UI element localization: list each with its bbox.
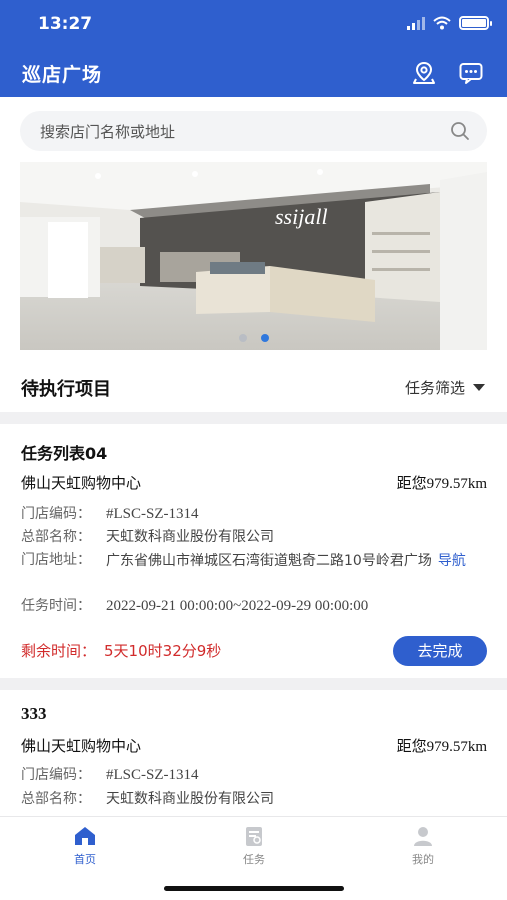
distance-value: 979.57km	[426, 739, 487, 755]
task-time-label: 任务时间：	[21, 598, 91, 614]
task-card[interactable]: 任务列表04 佛山天虹购物中心 距您979.57km 门店编码： #LSC-SZ…	[0, 424, 507, 678]
status-icons	[407, 16, 492, 30]
tab-task[interactable]: 任务	[224, 825, 284, 867]
store-code: #LSC-SZ-1314	[106, 506, 199, 522]
store-code-row: 门店编码： #LSC-SZ-1314	[21, 765, 199, 786]
task-card[interactable]: 333 佛山天虹购物中心 距您979.57km 门店编码： #LSC-SZ-13…	[0, 690, 507, 816]
tab-mine[interactable]: 我的	[393, 825, 453, 867]
store-name: 佛山天虹购物中心	[21, 474, 142, 492]
hq-name: 天虹数科商业股份有限公司	[106, 791, 274, 807]
task-time: 2022-09-21 00:00:00~2022-09-29 00:00:00	[106, 598, 369, 614]
address-block: 广东省佛山市禅城区石湾街道魁奇二路10号岭君广场 导航	[21, 550, 487, 572]
store-code-row: 门店编码： #LSC-SZ-1314	[21, 504, 199, 525]
battery-icon	[459, 16, 492, 30]
hq-label: 总部名称：	[21, 529, 91, 545]
remaining-label: 剩余时间：	[21, 642, 97, 660]
location-icon[interactable]	[411, 60, 437, 86]
divider	[0, 678, 507, 690]
carousel-dot-active[interactable]	[260, 334, 269, 342]
task-icon[interactable]	[242, 825, 266, 847]
store-code-label: 门店编码：	[21, 506, 91, 522]
store-code-label: 门店编码：	[21, 767, 91, 783]
hq-row: 总部名称： 天虹数科商业股份有限公司	[21, 527, 274, 548]
remaining-time: 剩余时间： 5天10时32分9秒	[21, 640, 221, 661]
store-name: 佛山天虹购物中心	[21, 737, 142, 755]
signal-icon	[407, 16, 425, 30]
home-indicator	[164, 886, 344, 891]
banner-image: ssijall	[20, 162, 487, 350]
distance: 距您979.57km	[397, 735, 487, 756]
home-icon[interactable]	[73, 825, 97, 847]
status-time: 13:27	[38, 14, 93, 34]
tab-home[interactable]: 首页	[55, 825, 115, 867]
hq-row: 总部名称： 天虹数科商业股份有限公司	[21, 789, 274, 810]
banner-sign: ssijall	[275, 204, 328, 229]
store-address: 广东省佛山市禅城区石湾街道魁奇二路10号岭君广场	[106, 553, 432, 569]
distance: 距您979.57km	[397, 472, 487, 493]
page-title: 巡店广场	[22, 64, 103, 86]
distance-prefix: 距您	[396, 737, 427, 755]
task-time-row: 任务时间： 2022-09-21 00:00:00~2022-09-29 00:…	[21, 596, 368, 617]
task-title: 任务列表04	[21, 444, 108, 463]
tab-task-label[interactable]: 任务	[243, 853, 265, 866]
navigate-link[interactable]: 导航	[438, 553, 466, 569]
tab-mine-label[interactable]: 我的	[412, 853, 434, 866]
task-filter[interactable]: 任务筛选	[405, 377, 485, 398]
task-filter-label[interactable]: 任务筛选	[405, 377, 465, 398]
app-header: 13:27 巡店广场	[0, 0, 507, 97]
remaining-value: 5天10时32分9秒	[104, 642, 222, 660]
user-icon[interactable]	[411, 825, 435, 847]
carousel-indicator	[20, 334, 487, 342]
divider	[0, 412, 507, 424]
message-icon[interactable]	[458, 60, 484, 86]
carousel-dot[interactable]	[238, 334, 247, 342]
caret-down-icon[interactable]	[473, 384, 485, 391]
store-banner[interactable]: ssijall	[20, 162, 487, 350]
task-title: 333	[21, 704, 47, 723]
tab-home-label[interactable]: 首页	[74, 853, 96, 866]
wifi-icon	[433, 16, 451, 30]
search-icon[interactable]	[449, 120, 471, 142]
hq-label: 总部名称：	[21, 791, 91, 807]
hq-name: 天虹数科商业股份有限公司	[106, 529, 274, 545]
distance-value: 979.57km	[426, 476, 487, 492]
store-code: #LSC-SZ-1314	[106, 767, 199, 783]
search-bar[interactable]: 搜索店门名称或地址	[20, 111, 487, 151]
section-title: 待执行项目	[21, 379, 111, 400]
search-input[interactable]: 搜索店门名称或地址	[40, 121, 175, 142]
complete-button[interactable]: 去完成	[393, 636, 487, 666]
distance-prefix: 距您	[396, 474, 427, 492]
